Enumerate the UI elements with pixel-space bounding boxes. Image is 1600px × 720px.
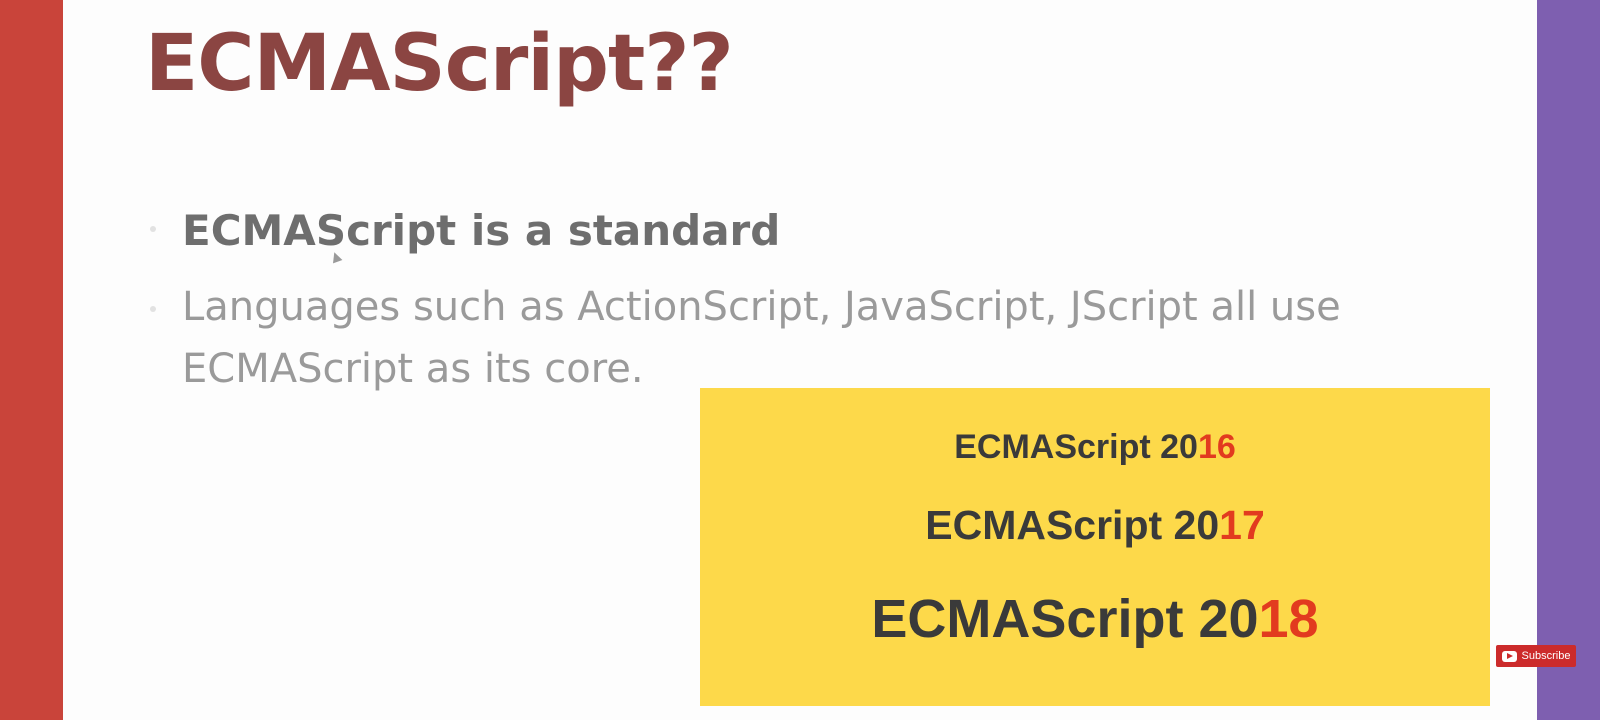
video-frame: ECMAScript?? ECMAScript is a standard La… (0, 0, 1600, 720)
version-prefix: ECMAScript 20 (925, 502, 1220, 548)
right-accent-bar (1537, 0, 1600, 720)
version-suffix: 17 (1219, 502, 1265, 548)
version-suffix: 16 (1197, 428, 1236, 466)
slide-title: ECMAScript?? (145, 19, 734, 109)
version-prefix: ECMAScript 20 (954, 428, 1198, 466)
version-label: ECMAScript 2018 (700, 588, 1490, 650)
bullet-text: Languages such as ActionScript, JavaScri… (182, 284, 1341, 392)
version-suffix: 18 (1258, 589, 1319, 649)
bullet-dot-icon (150, 306, 156, 312)
version-label: ECMAScript 2016 (700, 428, 1490, 467)
bullet-list: ECMAScript is a standard Languages such … (150, 200, 1430, 414)
versions-box: ECMAScript 2016 ECMAScript 2017 ECMAScri… (700, 388, 1490, 706)
left-accent-bar (0, 0, 63, 720)
version-label: ECMAScript 2017 (700, 502, 1490, 549)
bullet-dot-icon (150, 226, 156, 232)
bullet-text: ECMAScript is a standard (182, 206, 781, 255)
subscribe-label: Subscribe (1521, 650, 1571, 662)
subscribe-button[interactable]: Subscribe (1496, 645, 1576, 667)
bullet-item: Languages such as ActionScript, JavaScri… (150, 276, 1430, 400)
version-prefix: ECMAScript 20 (871, 589, 1259, 649)
bullet-item: ECMAScript is a standard (150, 200, 1430, 262)
youtube-play-icon (1501, 650, 1517, 662)
